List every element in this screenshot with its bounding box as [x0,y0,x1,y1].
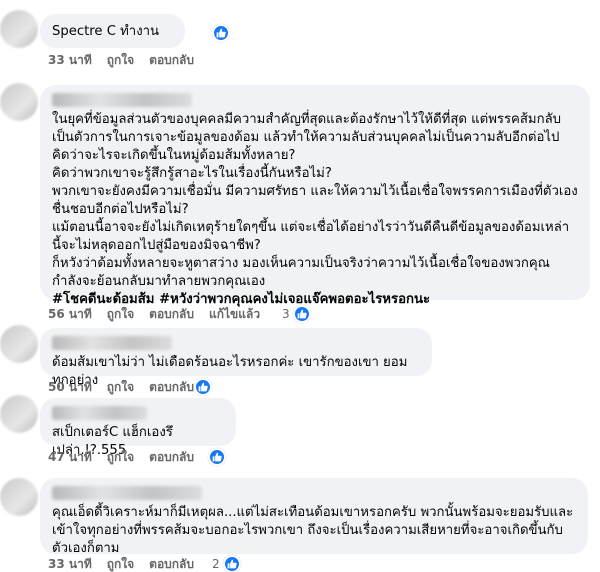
reply-button[interactable]: ตอบกลับ [149,51,194,70]
comment-bubble: ด้อมส้มเขาไม่ว่า ไม่เดือดร้อนอะไรหรอกค่ะ… [40,328,432,388]
comment-text: ในยุคที่ข้อมูลส่วนตัวของบุคคลมีความสำคัญ… [52,111,578,309]
author-name-blurred[interactable] [52,406,147,420]
comment-time[interactable]: 50 นาที [48,378,92,397]
avatar[interactable] [0,325,38,363]
comment-text: Spectre C ทำงาน [52,24,160,39]
avatar[interactable] [0,395,38,433]
like-icon [222,555,241,572]
comment-actions: 50 นาที ถูกใจ ตอบกลับ [48,379,209,395]
author-name-blurred[interactable] [52,336,172,350]
reaction-number: 3 [282,307,290,321]
author-name-blurred[interactable] [52,93,192,107]
comment-time[interactable]: 56 นาที [48,305,92,324]
avatar[interactable] [0,478,38,516]
comment-actions: 33 นาที ถูกใจ ตอบกลับ [48,556,209,572]
paragraph-1: ในยุคที่ข้อมูลส่วนตัวของบุคคลมีความสำคัญ… [52,112,562,145]
comment-actions: 47 นาที ถูกใจ ตอบกลับ [48,449,209,465]
reaction-count[interactable]: 3 [282,305,311,323]
comment-bubble: คุณเอ็ดดี้วิเคราะห์มาก็มีเหตุผล...แต่ไม่… [40,478,588,556]
reply-button[interactable]: ตอบกลับ [149,305,194,324]
like-button[interactable]: ถูกใจ [107,305,134,324]
reaction-count[interactable] [212,24,230,42]
paragraph-4: พวกเขาจะยังคงมีความเชื่อมั่น มีความศรัทธ… [52,184,578,217]
comment-text: คุณเอ็ดดี้วิเคราะห์มาก็มีเหตุผล...แต่ไม่… [52,505,574,556]
avatar[interactable] [0,10,38,48]
comment-bubble: สเป็กเตอร์C แฮ็กเองรึเปล่า.!?.555 [40,398,236,458]
reply-button[interactable]: ตอบกลับ [149,448,194,467]
like-icon [292,305,311,323]
comment-actions: 33 นาที ถูกใจ ตอบกลับ [48,52,209,68]
paragraph-5: แม้ตอนนี้อาจจะยังไม่เกิดเหตุร้ายใดๆขึ้น … [52,220,570,253]
comment-time[interactable]: 33 นาที [48,51,92,70]
reaction-number: 2 [212,557,220,571]
author-name-blurred[interactable] [52,486,202,500]
comment-time[interactable]: 33 นาที [48,555,92,572]
like-button[interactable]: ถูกใจ [107,378,134,397]
comment-bubble: Spectre C ทำงาน [40,14,185,48]
reaction-count[interactable]: 2 [212,555,241,572]
like-button[interactable]: ถูกใจ [107,555,134,572]
avatar[interactable] [0,83,38,121]
like-button[interactable]: ถูกใจ [107,448,134,467]
edited-label[interactable]: แก้ไขแล้ว [209,305,260,324]
like-icon [208,448,226,466]
reply-button[interactable]: ตอบกลับ [149,378,194,397]
like-button[interactable]: ถูกใจ [107,51,134,70]
paragraph-2: คิดว่าจะไรจะเกิดขึ้นในหมู่ด้อมส้มทั้งหลา… [52,148,296,163]
comment-time[interactable]: 47 นาที [48,448,92,467]
like-icon [212,24,230,42]
comment-actions: 56 นาที ถูกใจ ตอบกลับ แก้ไขแล้ว [48,306,275,322]
reaction-count[interactable] [208,448,226,466]
reply-button[interactable]: ตอบกลับ [149,555,194,572]
comment-bubble: ในยุคที่ข้อมูลส่วนตัวของบุคคลมีความสำคัญ… [40,85,590,307]
paragraph-6: ก็หวังว่าด้อมทั้งหลายจะหูตาสว่าง มองเห็น… [52,256,555,289]
paragraph-3: คิดว่าพวกเขาจะรู้สึกรู้สาอะไรในเรื่องนี้… [52,166,332,181]
